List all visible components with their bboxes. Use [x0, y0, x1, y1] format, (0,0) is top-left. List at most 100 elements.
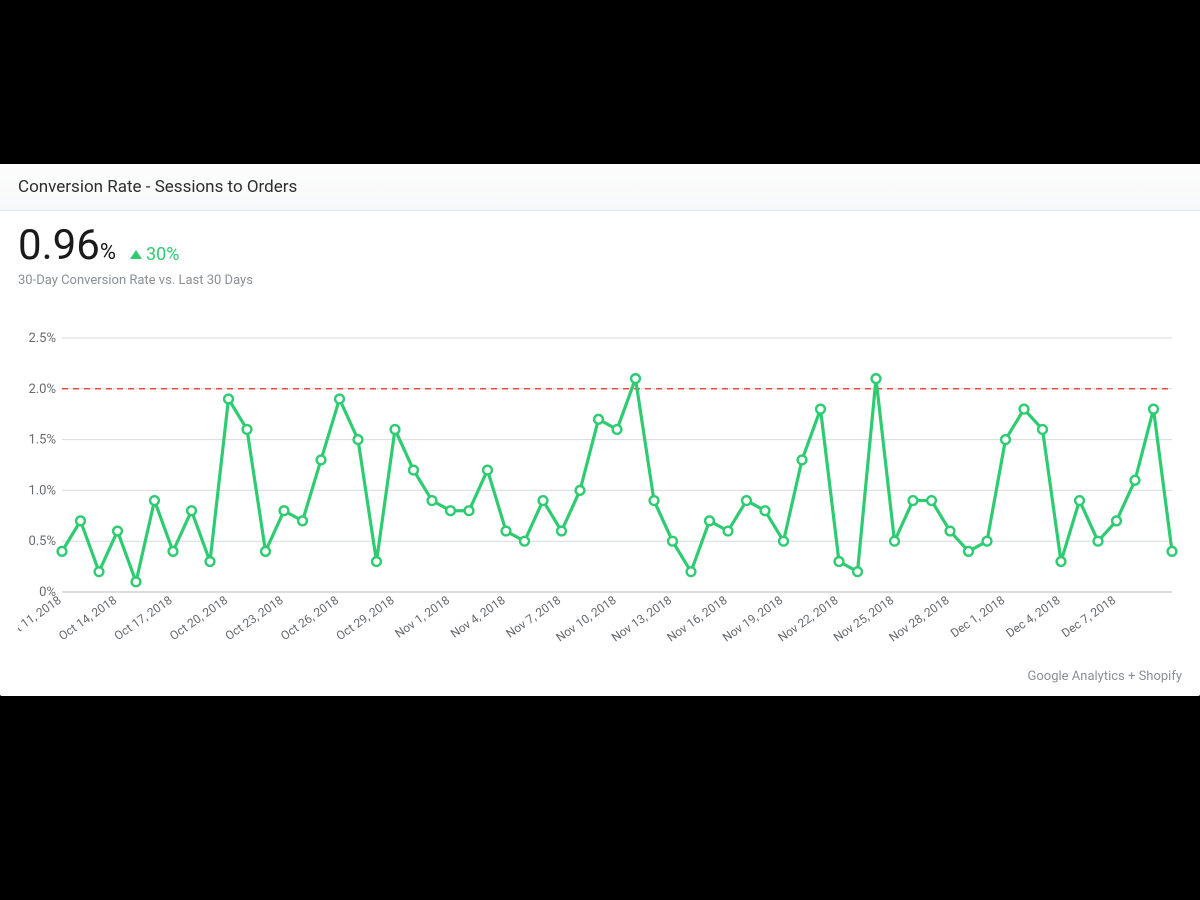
data-source-label: Google Analytics + Shopify [1028, 669, 1182, 684]
series-point [668, 537, 677, 546]
x-tick-label: Dec 1, 2018 [948, 593, 1007, 640]
series-point [483, 466, 492, 475]
series-point [909, 496, 918, 505]
series-line [62, 379, 1172, 582]
series-point [927, 496, 936, 505]
series-point [354, 435, 363, 444]
series-point [890, 537, 899, 546]
series-point [446, 506, 455, 515]
series-point [816, 405, 825, 414]
series-point [631, 374, 640, 383]
series-point [261, 547, 270, 556]
x-tick-label: Nov 25, 2018 [831, 593, 897, 645]
series-point [1075, 496, 1084, 505]
kpi-subtext: 30-Day Conversion Rate vs. Last 30 Days [18, 273, 1182, 288]
series-point [428, 496, 437, 505]
series-point [742, 496, 751, 505]
series-point [761, 506, 770, 515]
series-point [391, 425, 400, 434]
series-point [132, 577, 141, 586]
series-point [1094, 537, 1103, 546]
x-tick-label: Dec 4, 2018 [1003, 593, 1062, 640]
x-tick-label: Nov 10, 2018 [553, 593, 619, 645]
series-point [150, 496, 159, 505]
series-point [1149, 405, 1158, 414]
series-point [1001, 435, 1010, 444]
series-point [1168, 547, 1177, 556]
series-point [964, 547, 973, 556]
x-tick-label: Nov 22, 2018 [775, 593, 841, 645]
series-point [1057, 557, 1066, 566]
series-point [113, 527, 122, 536]
series-point [705, 516, 714, 525]
series-point [557, 527, 566, 536]
series-point [409, 466, 418, 475]
y-tick-label: 2.0% [28, 382, 56, 397]
card-title: Conversion Rate - Sessions to Orders [18, 177, 297, 197]
x-tick-label: Oct 23, 2018 [223, 593, 286, 643]
series-point [798, 456, 807, 465]
series-point [372, 557, 381, 566]
kpi-percent-sign: % [100, 240, 116, 265]
series-point [1131, 476, 1140, 485]
x-tick-label: Oct 14, 2018 [56, 593, 119, 643]
series-point [1038, 425, 1047, 434]
conversion-rate-card: Conversion Rate - Sessions to Orders 0.9… [0, 164, 1200, 696]
x-tick-label: Nov 13, 2018 [609, 593, 675, 645]
y-tick-label: 1.0% [28, 483, 56, 498]
x-tick-label: Dec 7, 2018 [1059, 593, 1118, 640]
series-point [687, 567, 696, 576]
series-point [317, 456, 326, 465]
kpi-delta: 30% [130, 244, 179, 265]
series-point [169, 547, 178, 556]
x-tick-label: Nov 1, 2018 [392, 593, 452, 641]
x-tick-label: Oct 20, 2018 [167, 593, 230, 643]
x-tick-label: Nov 16, 2018 [664, 593, 730, 645]
conversion-line-chart: 0%0.5%1.0%1.5%2.0%2.5%Oct 11, 2018Oct 14… [18, 332, 1182, 658]
series-point [724, 527, 733, 536]
x-tick-label: Oct 17, 2018 [112, 593, 175, 643]
series-point [613, 425, 622, 434]
y-tick-label: 0.5% [28, 534, 56, 549]
series-point [779, 537, 788, 546]
x-tick-label: Oct 11, 2018 [18, 593, 64, 643]
x-tick-label: Oct 26, 2018 [278, 593, 341, 643]
series-point [872, 374, 881, 383]
series-point [650, 496, 659, 505]
series-point [520, 537, 529, 546]
series-point [983, 537, 992, 546]
series-point [1112, 516, 1121, 525]
kpi-value-row: 0.96% 30% [18, 225, 1182, 267]
series-point [594, 415, 603, 424]
kpi-number: 0.96 [18, 221, 100, 270]
series-point [95, 567, 104, 576]
series-point [243, 425, 252, 434]
series-point [465, 506, 474, 515]
series-point [576, 486, 585, 495]
series-point [206, 557, 215, 566]
kpi-value: 0.96% [18, 225, 116, 267]
series-point [1020, 405, 1029, 414]
series-point [280, 506, 289, 515]
x-tick-label: Nov 19, 2018 [720, 593, 786, 645]
y-tick-label: 2.5% [28, 332, 56, 346]
series-point [224, 395, 233, 404]
caret-up-icon [130, 250, 142, 259]
card-header: Conversion Rate - Sessions to Orders [0, 164, 1200, 211]
series-point [187, 506, 196, 515]
kpi-summary: 0.96% 30% 30-Day Conversion Rate vs. Las… [0, 211, 1200, 290]
x-tick-label: Nov 28, 2018 [886, 593, 952, 645]
series-point [853, 567, 862, 576]
series-point [76, 516, 85, 525]
x-tick-label: Nov 4, 2018 [448, 593, 508, 641]
series-point [58, 547, 67, 556]
series-point [946, 527, 955, 536]
series-point [298, 516, 307, 525]
series-point [835, 557, 844, 566]
series-point [539, 496, 548, 505]
x-tick-label: Oct 29, 2018 [334, 593, 397, 643]
chart-area: 0%0.5%1.0%1.5%2.0%2.5%Oct 11, 2018Oct 14… [18, 332, 1182, 658]
series-point [502, 527, 511, 536]
series-point [335, 395, 344, 404]
y-tick-label: 1.5% [28, 433, 56, 448]
